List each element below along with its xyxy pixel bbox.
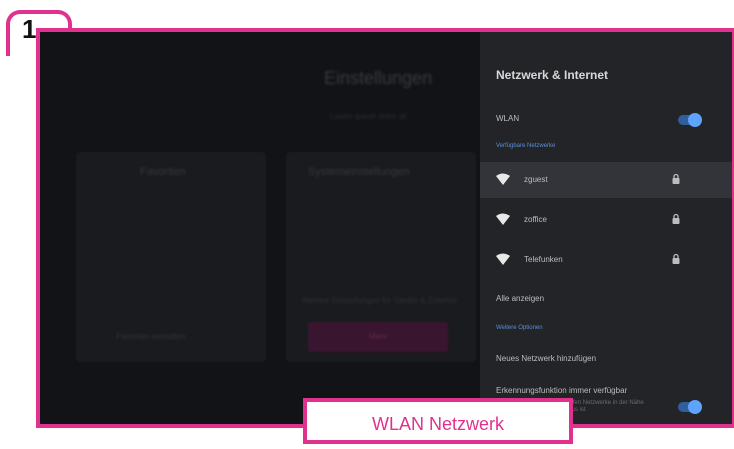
add-network-label: Neues Netzwerk hinzufügen — [496, 354, 597, 363]
step-number: 1 — [22, 14, 37, 44]
panel-title: Netzwerk & Internet — [496, 68, 609, 82]
scan-label: Erkennungsfunktion immer verfügbar — [496, 386, 628, 395]
network-item[interactable]: zguest — [480, 162, 732, 198]
wlan-toggle-row[interactable]: WLAN — [480, 102, 732, 138]
scan-toggle[interactable] — [678, 400, 702, 414]
show-all-networks[interactable]: Alle anzeigen — [480, 282, 732, 318]
background-settings: Einstellungen Lorem ipsum dolor sit Favo… — [40, 32, 480, 424]
caption-box: WLAN Netzwerk — [303, 398, 573, 444]
background-more-label: Mehr — [368, 332, 388, 341]
background-title: Einstellungen — [324, 68, 433, 88]
tv-screen: Einstellungen Lorem ipsum dolor sit Favo… — [36, 28, 734, 428]
lock-icon — [672, 213, 680, 224]
wlan-label: WLAN — [496, 114, 520, 123]
background-card-button: Favoriten verwalten — [116, 332, 186, 341]
network-panel: Netzwerk & Internet WLAN Verfügbare Netz… — [480, 32, 732, 424]
more-options-label: Weitere Optionen — [496, 325, 543, 331]
network-item[interactable]: Telefunken — [480, 242, 732, 278]
wlan-toggle[interactable] — [678, 113, 702, 127]
toggle-knob — [688, 113, 702, 127]
wifi-icon — [496, 213, 510, 225]
caption-text: WLAN Netzwerk — [371, 414, 505, 434]
lock-icon — [672, 253, 680, 264]
background-card-favorites — [76, 152, 266, 362]
show-all-label: Alle anzeigen — [496, 294, 545, 303]
lock-icon — [672, 173, 680, 184]
network-item[interactable]: zoffice — [480, 202, 732, 238]
wifi-icon — [496, 173, 510, 185]
network-name: zoffice — [524, 215, 547, 224]
wifi-icon — [496, 253, 510, 265]
available-networks-label: Verfügbare Netzwerke — [496, 143, 556, 149]
network-name: zguest — [524, 175, 548, 184]
background-more-button: Mehr — [308, 322, 448, 352]
add-network-button[interactable]: Neues Netzwerk hinzufügen — [480, 342, 732, 378]
background-mini-text: Weitere Einstellungen für Geräte & Zubeh… — [302, 296, 458, 305]
toggle-knob — [688, 400, 702, 414]
background-subtitle: Lorem ipsum dolor sit — [330, 112, 407, 121]
network-name: Telefunken — [524, 255, 563, 264]
background-card-title: Systemeinstellungen — [308, 166, 410, 178]
background-card-title: Favoriten — [140, 166, 186, 178]
